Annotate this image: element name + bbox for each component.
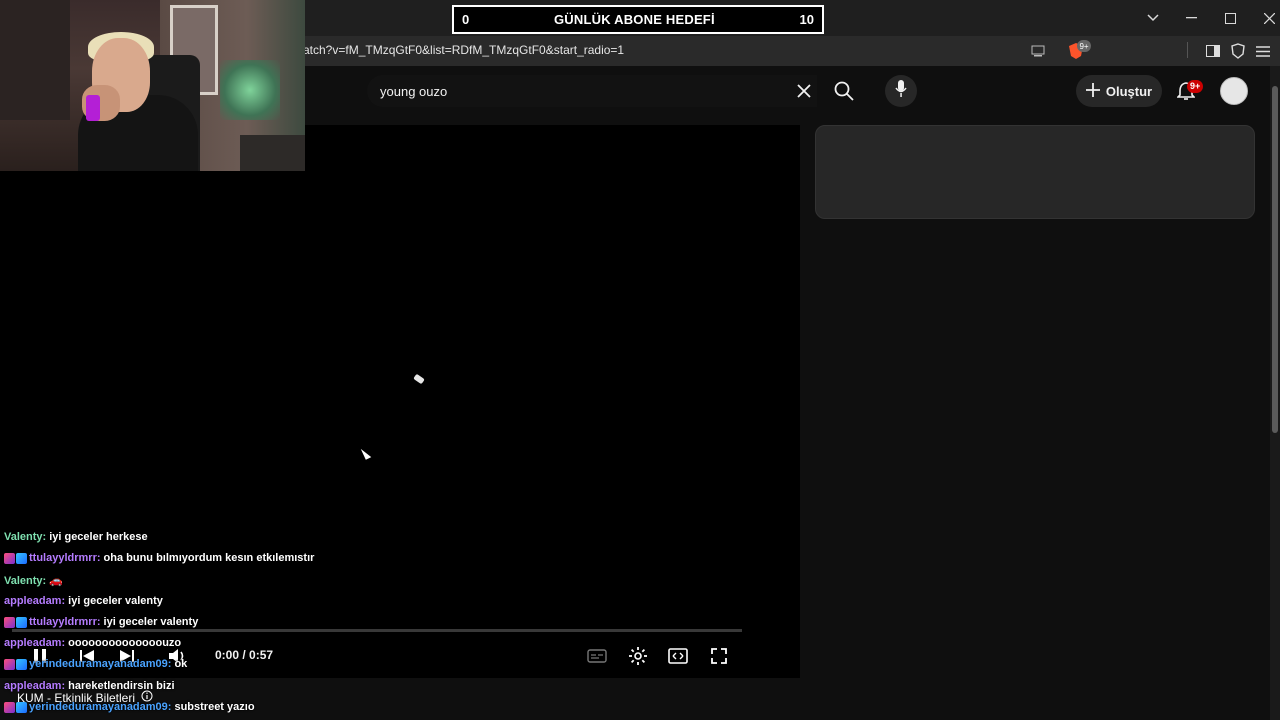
chat-username: appleadam: [4,637,66,649]
clear-search-icon[interactable] [793,80,815,102]
chat-message: ttulayyldrmrr: iyi geceler valenty [4,616,198,628]
chat-username: yerindeduramayanadam09: [29,701,172,713]
avatar[interactable] [1220,77,1248,105]
badge-icon [16,701,27,713]
chat-message: Valenty: 🚗 [4,574,63,588]
badge-icon [16,658,27,670]
create-label: Oluştur [1105,83,1153,99]
chat-text: iyi geceler valenty [68,595,163,607]
chat-username: appleadam: [4,595,66,607]
badge-icon [4,616,15,628]
chat-message: appleadam: oooooooooooooouzo [4,637,181,649]
chat-username: Valenty: [4,531,47,543]
badge-icon [16,616,27,628]
chat-text: substreet yazıo [174,701,255,713]
chat-text: iyi geceler valenty [103,616,199,628]
scrollbar-thumb[interactable] [1272,86,1278,433]
address-divider [1187,42,1188,58]
theater-mode-icon[interactable] [666,645,690,667]
chat-text: oooooooooooooouzo [68,637,182,649]
maximize-icon[interactable] [1211,0,1250,36]
goal-title: GÜNLÜK ABONE HEDEFİ [554,12,715,27]
chat-text: 🚗 [49,575,63,587]
sidebar-toggle-icon[interactable] [1203,41,1223,61]
webcam-overlay [0,0,305,171]
chat-message: appleadam: hareketlendirsin bizi [4,680,175,692]
search-query: young ouzo [380,84,448,99]
create-button[interactable]: Oluştur [1076,75,1162,107]
minimize-icon[interactable] [1172,0,1211,36]
badge-icon [16,552,27,564]
plus-icon [1085,82,1100,100]
chat-text: hareketlendirsin bizi [68,680,175,692]
chat-text: ok [174,658,188,670]
cast-icon[interactable] [1028,41,1048,61]
menu-icon[interactable] [1253,41,1273,61]
progress-bar[interactable] [12,629,742,632]
settings-gear-icon[interactable] [626,645,650,667]
goal-current: 0 [462,12,470,27]
chat-badges [4,616,27,628]
subtitles-icon[interactable] [585,645,609,667]
side-panel-placeholder [815,125,1255,219]
chat-badges [4,701,27,713]
voice-search-button[interactable] [885,75,917,107]
chat-username: ttulayyldrmrr: [29,616,101,628]
badge-icon [4,658,15,670]
chat-username: appleadam: [4,680,66,692]
chat-badges [4,552,27,564]
vpn-shield-icon[interactable] [1228,41,1248,61]
fullscreen-icon[interactable] [707,645,731,667]
chat-message: yerindeduramayanadam09: ok [4,658,187,670]
chat-message: ttulayyldrmrr: oha bunu bılmıyordum kesın… [4,552,314,564]
time-display: 0:00 / 0:57 [215,648,274,662]
chat-badges [4,658,27,670]
brave-rewards-badge: 9+ [1077,40,1091,52]
badge-icon [4,552,15,564]
chat-text: oha bunu bılmıyordum kesın etkılemıstır [103,552,315,564]
goal-target: 10 [799,12,814,27]
microphone-icon [895,79,907,103]
notification-count-badge: 9+ [1187,80,1204,93]
close-window-icon[interactable] [1250,0,1280,36]
chat-username: yerindeduramayanadam09: [29,658,172,670]
chat-message: Valenty: iyi geceler herkese [4,531,148,543]
search-icon[interactable] [832,79,856,103]
chat-text: iyi geceler herkese [49,531,148,543]
subscriber-goal-overlay: 0 GÜNLÜK ABONE HEDEFİ 10 [452,5,824,34]
chat-message: yerindeduramayanadam09: substreet yazıo [4,701,255,713]
url-text[interactable]: atch?v=fM_TMzqGtF0&list=RDfM_TMzqGtF0&st… [303,43,624,57]
chevron-down-icon[interactable] [1133,0,1172,36]
badge-icon [4,701,15,713]
chat-message: appleadam: iyi geceler valenty [4,595,163,607]
chat-username: ttulayyldrmrr: [29,552,101,564]
window-controls [1133,0,1280,36]
chat-username: Valenty: [4,574,47,587]
